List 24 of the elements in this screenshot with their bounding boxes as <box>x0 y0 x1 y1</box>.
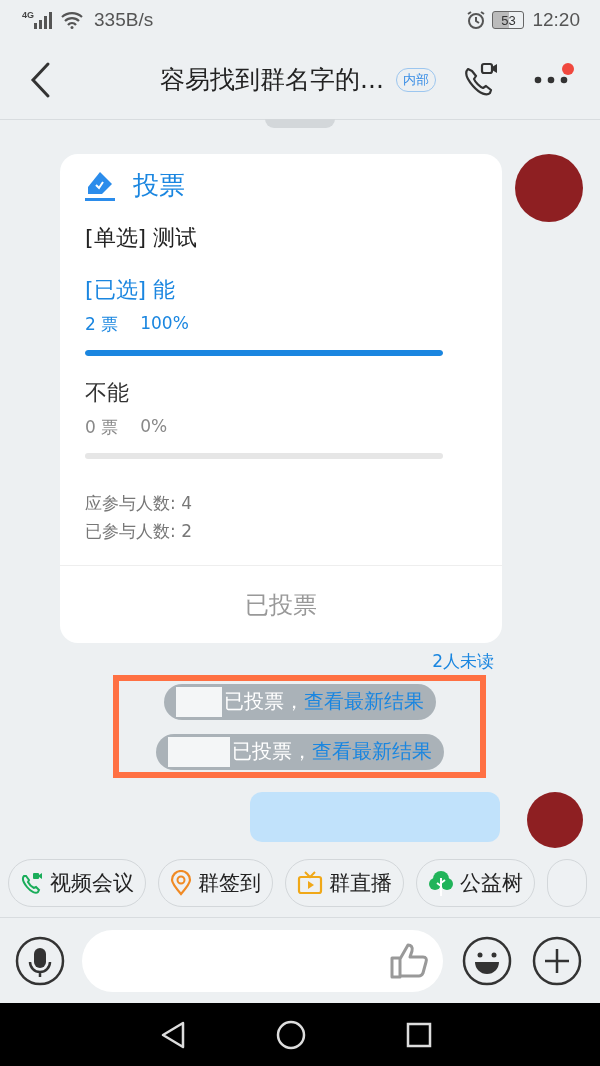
notice-text: 已投票， <box>223 688 304 715</box>
shortcut-chip[interactable]: 视频会议 <box>8 858 146 907</box>
vote-count: 2 票 <box>85 313 119 336</box>
unread-count: 2人未读 <box>432 650 494 673</box>
vote-question: [单选] 测试 <box>85 224 199 252</box>
network-type: 4G <box>22 10 34 20</box>
shortcut-chip[interactable]: 群直播 <box>285 858 404 907</box>
option-label[interactable]: 不能 <box>85 378 477 408</box>
clock: 12:20 <box>532 9 580 31</box>
participant-count: 应参与人数: 4 <box>85 492 193 515</box>
vote-percent: 0% <box>140 416 168 438</box>
vote-percent: 100% <box>140 313 189 335</box>
vote-title: 投票 <box>133 169 185 202</box>
participant-count: 已参与人数: 2 <box>85 520 193 543</box>
option-label[interactable]: [已选] 能 <box>85 275 477 305</box>
battery-indicator: 53 <box>492 11 525 29</box>
vote-count: 0 票 <box>85 416 119 439</box>
shortcut-chip[interactable]: 群签到 <box>158 858 273 907</box>
voted-status: 已投票 <box>245 589 317 621</box>
vote-card[interactable]: 投票 [单选] 测试 [已选] 能 2 票 100% 不能 0 票 0% 应参与人数: 4 已参与人数: 2 已投票 <box>60 154 502 643</box>
shortcut-chip[interactable]: 公益树 <box>416 858 535 907</box>
network-speed: 335B/s <box>94 9 154 31</box>
notice-text: 已投票， <box>231 738 312 765</box>
chat-title: 容易找到群名字的... <box>160 64 384 96</box>
